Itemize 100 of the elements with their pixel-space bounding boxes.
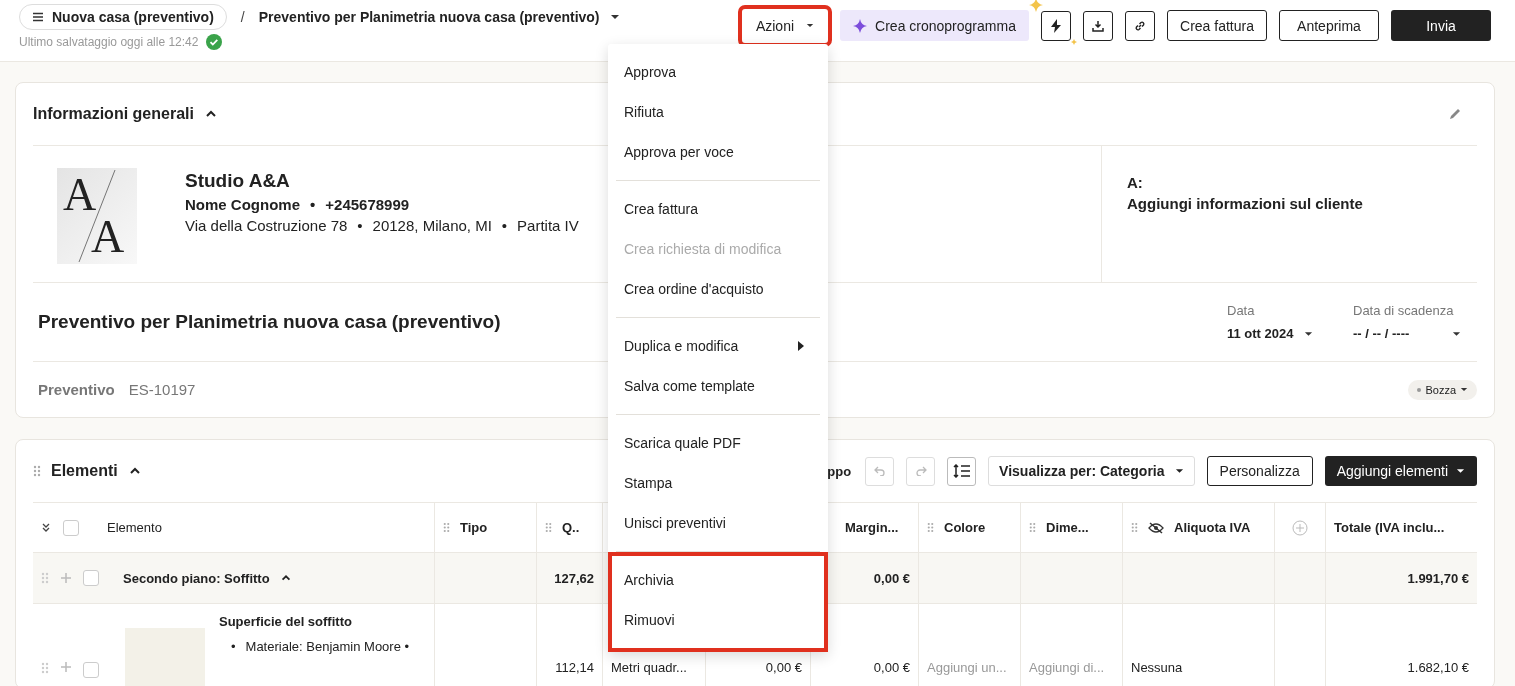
drag-handle-icon[interactable] — [927, 522, 934, 533]
row-density-button[interactable] — [947, 456, 977, 486]
add-items-button[interactable]: Aggiungi elementi — [1324, 456, 1477, 486]
link-icon — [1134, 19, 1146, 32]
company-address: Partita IV — [517, 217, 579, 234]
table-cell: 112,14 — [555, 660, 594, 675]
table-cell: Metri quadr... — [611, 660, 687, 675]
menu-icon — [32, 12, 44, 22]
date-label: Data di scadenza — [1353, 303, 1455, 318]
date-picker[interactable]: 11 ott 2024 — [1227, 326, 1313, 341]
view-by-dropdown[interactable]: Visualizza per: Categoria — [988, 456, 1195, 486]
menu-item[interactable]: Salva come template — [608, 365, 828, 406]
drag-handle-icon[interactable] — [41, 662, 49, 674]
last-saved-text: Ultimo salvataggio oggi alle 12:42 — [19, 35, 199, 49]
drag-handle-icon[interactable] — [1029, 522, 1036, 533]
group-name: Secondo piano: Soffitto — [123, 570, 270, 586]
separator-dot: • — [501, 217, 508, 234]
menu-item[interactable]: Archivia — [612, 559, 824, 600]
table-cell: 1.991,70 € — [1407, 570, 1469, 586]
eye-slash-icon[interactable] — [1148, 521, 1164, 534]
table-cell: 0,00 € — [873, 660, 910, 675]
customize-button[interactable]: Personalizza — [1206, 456, 1313, 486]
table-cell: 1.682,10 € — [1407, 660, 1469, 675]
toolbar-label[interactable]: ppo — [827, 463, 852, 479]
column-header[interactable]: Elemento — [107, 520, 162, 535]
check-circle-icon — [206, 34, 223, 50]
menu-item[interactable]: Approva — [608, 51, 828, 92]
document-number: ES-10197 — [128, 381, 196, 398]
menu-item[interactable]: Crea fattura — [608, 188, 828, 229]
sparkle-icon — [1071, 38, 1077, 45]
expand-all-icon[interactable] — [41, 522, 51, 533]
lightning-icon — [1051, 18, 1061, 33]
drag-handle-icon[interactable] — [41, 572, 49, 584]
menu-item[interactable]: Duplica e modifica — [608, 325, 828, 366]
action-button[interactable]: Crea cronoprogramma — [840, 10, 1029, 41]
caret-icon — [1304, 330, 1313, 337]
drag-handle-icon[interactable] — [33, 465, 41, 477]
download-button[interactable] — [1083, 10, 1113, 41]
breadcrumb-separator: / — [240, 9, 245, 25]
item-detail: Materiale: Benjamin Moore • — [245, 639, 410, 654]
pencil-icon[interactable] — [1448, 107, 1462, 121]
item-name: Superficie del soffitto — [219, 614, 353, 629]
menu-item[interactable]: Rimuovi — [612, 599, 824, 640]
checkbox[interactable] — [83, 570, 99, 586]
date-picker[interactable]: -- / -- / ---- — [1353, 326, 1461, 341]
company-address: Via della Costruzione 78 — [185, 217, 348, 234]
actions-dropdown[interactable]: Azioni — [742, 8, 828, 43]
plus-icon[interactable] — [61, 573, 71, 583]
menu-item[interactable]: Crea ordine d'acquisto — [608, 268, 828, 309]
column-header[interactable]: Dime... — [1046, 520, 1089, 535]
checkbox[interactable] — [83, 662, 99, 678]
table-cell: Nessuna — [1131, 660, 1183, 675]
bullet-mark: • — [231, 639, 236, 654]
column-header[interactable]: Q.. — [562, 520, 580, 535]
menu-item[interactable]: Approva per voce — [608, 131, 828, 172]
caret-icon — [1452, 330, 1461, 337]
caret-icon — [1174, 468, 1184, 474]
status-dropdown[interactable]: Bozza — [1408, 379, 1477, 400]
download-icon — [1092, 19, 1104, 32]
menu-item[interactable]: Rifiuta — [608, 91, 828, 132]
caret-icon — [1456, 468, 1465, 474]
drag-handle-icon[interactable] — [1131, 522, 1138, 533]
column-header[interactable]: Aliquota IVA — [1174, 520, 1251, 535]
action-button[interactable]: Invia — [1391, 10, 1491, 41]
sparkle-icon — [1029, 0, 1043, 12]
redo-icon — [914, 466, 927, 476]
column-header[interactable]: Tipo — [460, 520, 488, 535]
action-button[interactable]: Crea fattura — [1167, 10, 1267, 41]
table-cell: Aggiungi un... — [927, 660, 1007, 675]
drag-handle-icon[interactable] — [545, 522, 552, 533]
column-header[interactable]: Colore — [944, 520, 986, 535]
document-title-dropdown[interactable]: Preventivo per Planimetria nuova casa (preventivo) — [258, 9, 620, 25]
lightning-button[interactable] — [1041, 10, 1071, 41]
column-header[interactable]: Margin... — [845, 520, 899, 535]
undo-icon — [873, 466, 886, 476]
company-name: Studio A&A — [185, 170, 291, 192]
caret-icon — [609, 14, 620, 20]
column-header[interactable]: Totale (IVA inclu... — [1334, 520, 1445, 535]
link-button[interactable] — [1125, 10, 1155, 41]
table-cell: 0,00 € — [873, 570, 910, 586]
undo-button[interactable] — [865, 456, 895, 486]
drag-handle-icon[interactable] — [443, 522, 450, 533]
company-logo: A A — [57, 168, 137, 264]
add-client-link[interactable]: Aggiungi informazioni sul cliente — [1127, 195, 1477, 212]
sparkle-icon — [853, 18, 868, 33]
add-column-icon[interactable] — [1292, 519, 1308, 536]
caret-icon — [1460, 387, 1468, 392]
action-button[interactable]: Anteprima — [1279, 10, 1379, 41]
table-cell: 0,00 € — [765, 660, 802, 675]
menu-item[interactable]: Unisci preventivi — [608, 502, 828, 543]
plus-icon[interactable] — [61, 662, 71, 672]
company-address: 20128, Milano, MI — [372, 217, 492, 234]
menu-item[interactable]: Stampa — [608, 462, 828, 503]
checkbox[interactable] — [63, 519, 79, 536]
table-cell: Aggiungi di... — [1029, 660, 1105, 675]
document-type-label: Preventivo — [38, 381, 115, 398]
redo-button[interactable] — [906, 456, 936, 486]
submenu-arrow-icon — [798, 340, 804, 351]
menu-item[interactable]: Scarica quale PDF — [608, 422, 828, 463]
date-label: Data — [1227, 303, 1256, 318]
